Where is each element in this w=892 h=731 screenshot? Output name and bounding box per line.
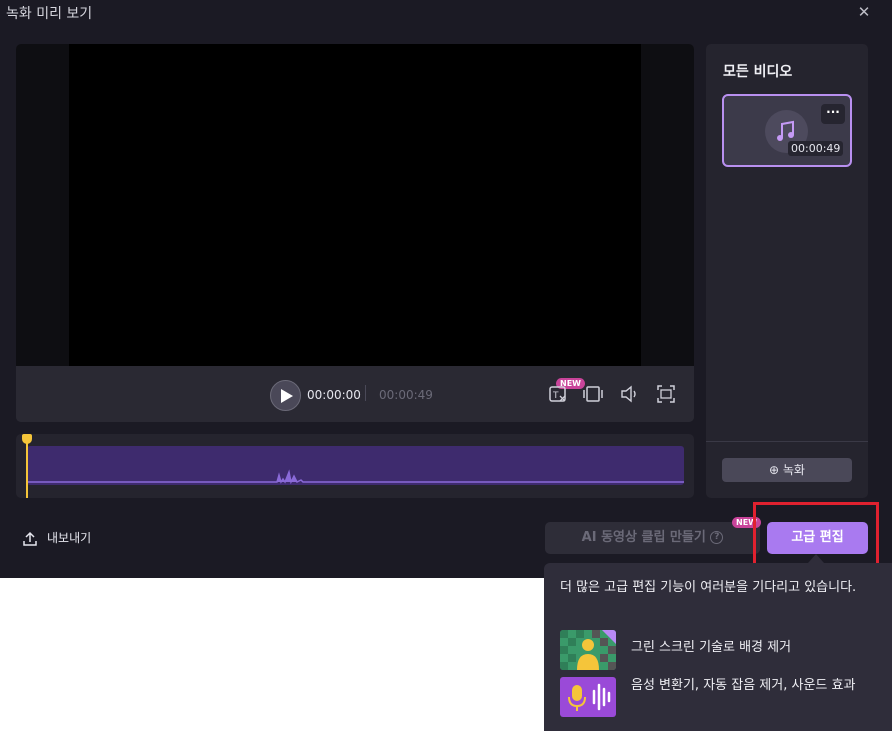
video-area[interactable]: [16, 44, 694, 366]
record-button[interactable]: ⊕ 녹화: [722, 458, 852, 482]
player-controls: 00:00:00 00:00:49 NEW T: [16, 366, 694, 422]
audio-waveform: [27, 469, 684, 485]
ai-video-clip-button[interactable]: AI 동영상 클립 만들기 ?: [545, 522, 760, 554]
svg-text:T: T: [552, 391, 559, 401]
fullscreen-icon[interactable]: [655, 383, 677, 405]
playhead[interactable]: [26, 440, 28, 498]
tooltip-heading: 더 많은 고급 편집 기능이 여러분을 기다리고 있습니다.: [560, 580, 857, 595]
volume-icon[interactable]: [619, 383, 641, 405]
feature-voice-changer: 음성 변환기, 자동 잡음 제거, 사운드 효과: [631, 678, 856, 693]
video-frame: [69, 44, 641, 366]
playhead-handle[interactable]: [22, 434, 32, 444]
recording-preview-dialog: 녹화 미리 보기 ✕ 00:00:00 00:00:49 NEW T 모든 비디…: [0, 0, 892, 578]
video-clip-card[interactable]: ··· 00:00:49: [722, 94, 852, 167]
feature-green-screen: 그린 스크린 기술로 배경 제거: [631, 640, 792, 655]
video-player: 00:00:00 00:00:49 NEW T: [16, 44, 694, 422]
export-label: 내보내기: [47, 531, 92, 545]
current-time: 00:00:00: [307, 388, 361, 402]
timeline[interactable]: [16, 434, 694, 498]
total-time: 00:00:49: [379, 388, 433, 402]
crop-icon[interactable]: [583, 383, 605, 405]
sidebar-divider: [706, 441, 868, 442]
video-sidebar: 모든 비디오 ··· 00:00:49 ⊕ 녹화: [706, 44, 868, 498]
more-options-button[interactable]: ···: [821, 104, 845, 124]
play-icon: [281, 389, 293, 403]
window-title: 녹화 미리 보기: [6, 6, 93, 22]
play-button[interactable]: [270, 380, 301, 411]
ai-clip-label: AI 동영상 클립 만들기: [581, 530, 706, 545]
green-screen-icon: [560, 630, 616, 670]
help-icon: ?: [710, 531, 724, 544]
add-circle-icon: ⊕: [769, 463, 780, 477]
clip-duration: 00:00:49: [788, 141, 844, 156]
audio-track[interactable]: [27, 446, 684, 485]
sidebar-title: 모든 비디오: [723, 64, 793, 80]
tooltip-arrow: [808, 554, 824, 563]
time-separator: [365, 385, 366, 401]
close-icon[interactable]: ✕: [855, 3, 873, 21]
record-label: 녹화: [782, 463, 805, 477]
captions-icon[interactable]: T: [548, 383, 570, 405]
export-icon: [23, 531, 37, 546]
advanced-edit-tooltip: 더 많은 고급 편집 기능이 여러분을 기다리고 있습니다. 그린 스크린 기술…: [544, 563, 892, 731]
voice-changer-icon: [560, 677, 616, 717]
